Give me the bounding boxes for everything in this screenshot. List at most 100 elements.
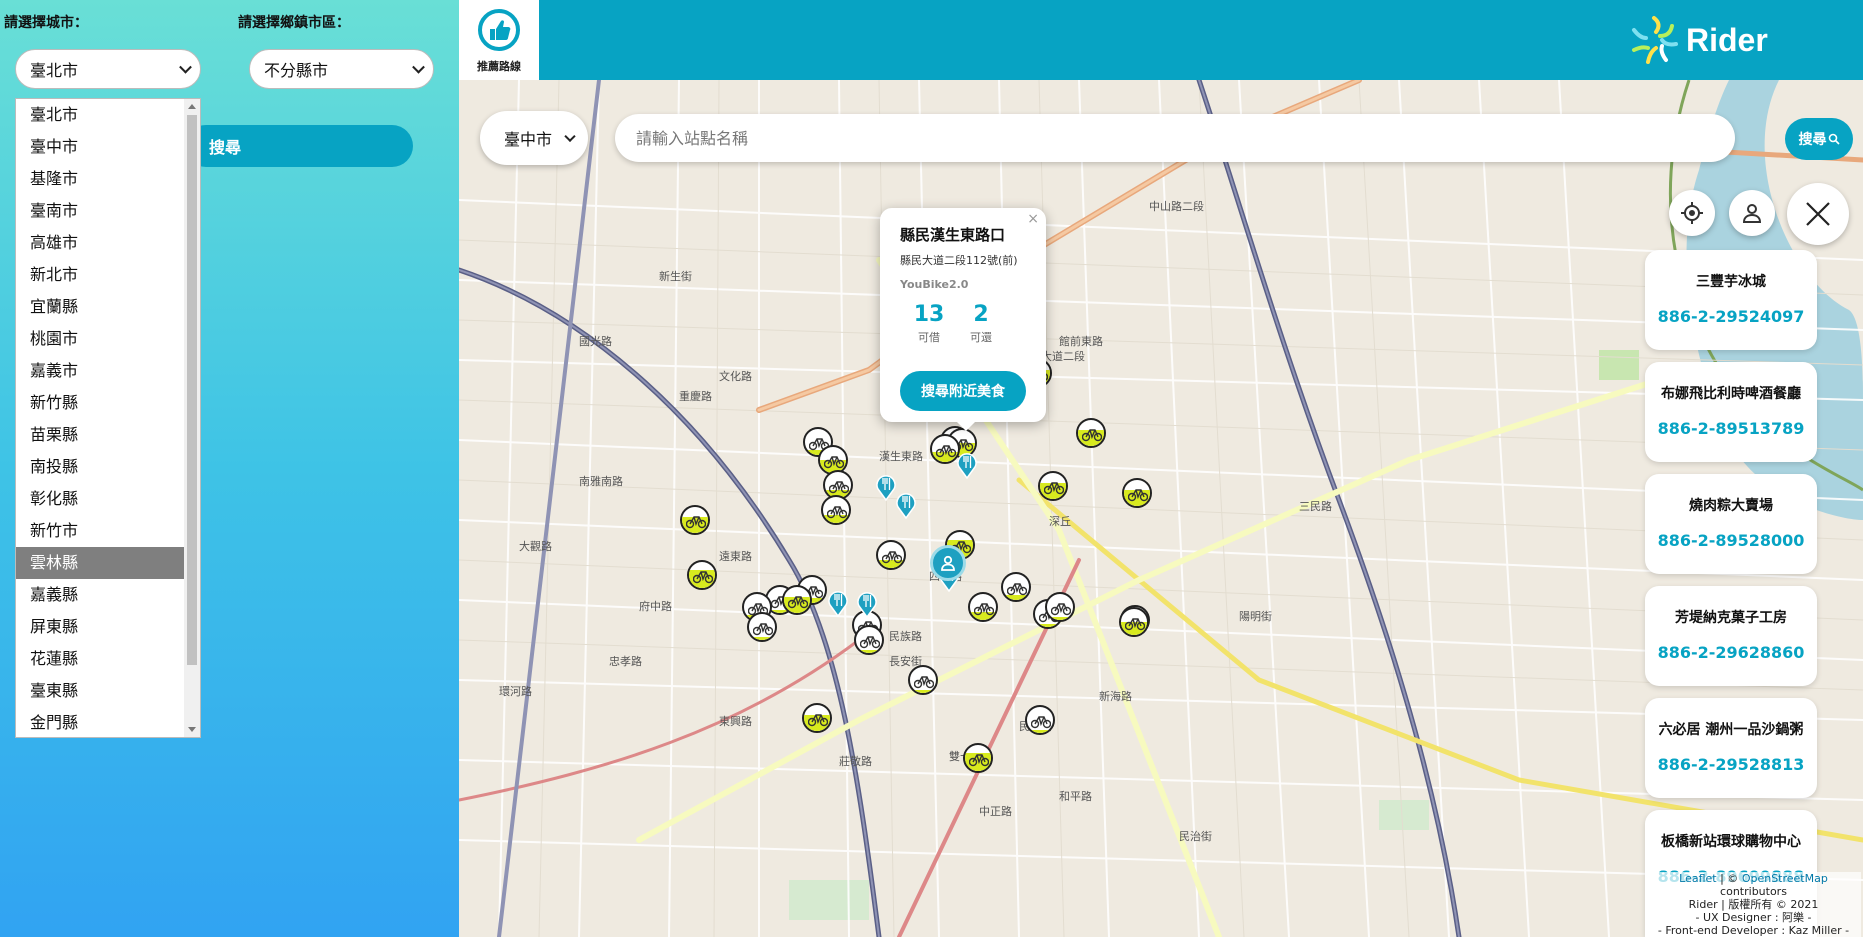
bike-icon <box>693 571 713 584</box>
restaurant-phone[interactable]: 886-2-89528000 <box>1645 531 1817 550</box>
map-city-select[interactable]: 臺中市 <box>480 111 588 165</box>
city-option[interactable]: 桃園市 <box>16 323 184 355</box>
bike-station-marker[interactable] <box>963 743 993 773</box>
city-option[interactable]: 新竹縣 <box>16 387 184 419</box>
restaurant-phone[interactable]: 886-2-29528813 <box>1645 755 1817 774</box>
city-option[interactable]: 雲林縣 <box>16 547 184 579</box>
restaurant-card[interactable]: 三豐芋冰城 886-2-29524097 <box>1645 250 1817 350</box>
bike-station-marker[interactable] <box>876 540 906 570</box>
thumbs-up-icon <box>478 9 520 51</box>
city-option[interactable]: 新北市 <box>16 259 184 291</box>
dropdown-scrollbar[interactable] <box>184 99 200 737</box>
scroll-up-arrow-icon[interactable] <box>188 104 196 109</box>
bike-icon <box>1125 618 1145 631</box>
city-select[interactable]: 臺北市 <box>15 49 201 89</box>
bike-station-marker[interactable] <box>1025 705 1055 735</box>
bike-station-marker[interactable] <box>1122 478 1152 508</box>
street-label: 新海路 <box>1099 689 1132 703</box>
street-label: 環河路 <box>499 685 532 698</box>
bike-station-marker[interactable] <box>1119 607 1149 637</box>
scrollbar-thumb[interactable] <box>187 115 197 665</box>
restaurant-card[interactable]: 芳堤納克菓子工房 886-2-29628860 <box>1645 586 1817 686</box>
street-label: 重慶路 <box>679 389 712 403</box>
bike-availability-fill <box>749 637 775 640</box>
bike-station-marker[interactable] <box>821 495 851 525</box>
food-icon[interactable] <box>827 589 849 617</box>
locate-button[interactable] <box>1669 190 1715 236</box>
restaurant-card[interactable]: 燒肉粽大賣場 886-2-89528000 <box>1645 474 1817 574</box>
street-label: 民治街 <box>1179 829 1212 843</box>
city-option[interactable]: 高雄市 <box>16 227 184 259</box>
available-rent-value: 13 <box>913 302 945 327</box>
street-label: 東興路 <box>719 715 752 728</box>
street-label: 國光路 <box>579 334 612 348</box>
popup-close-button[interactable]: × <box>1027 211 1039 227</box>
city-option[interactable]: 嘉義縣 <box>16 579 184 611</box>
food-icon[interactable] <box>875 473 897 501</box>
bike-station-marker[interactable] <box>1045 592 1075 622</box>
city-dropdown-list[interactable]: 臺北市 臺中市 基隆市 臺南市 高雄市 新北市 宜蘭縣 桃園市 嘉義市 新竹縣 苗栗縣 南投縣 彰化縣新… <box>15 98 201 738</box>
bike-availability-fill <box>1047 617 1073 620</box>
food-icon[interactable] <box>856 590 878 618</box>
city-option[interactable]: 南投縣 <box>16 451 184 483</box>
bike-icon <box>827 506 847 519</box>
user-location-marker[interactable] <box>930 545 966 581</box>
osm-link[interactable]: OpenStreetMap <box>1742 872 1828 885</box>
bike-station-marker[interactable] <box>747 612 777 642</box>
street-label: 中山路二段 <box>1149 199 1204 213</box>
bike-availability-fill <box>910 690 936 693</box>
bike-station-marker[interactable] <box>1001 572 1031 602</box>
bike-icon <box>936 445 956 458</box>
street-label: 莊敬路 <box>839 755 872 768</box>
recommended-route-button[interactable]: 推薦路線 <box>459 0 539 80</box>
city-option[interactable]: 基隆市 <box>16 163 184 195</box>
station-popup: × 縣民漢生東路口 縣民大道二段112號(前) YouBike2.0 13 可借… <box>880 208 1046 431</box>
city-option[interactable]: 屏東縣 <box>16 611 184 643</box>
city-option[interactable]: 臺東縣 <box>16 675 184 707</box>
logo-text: Rider <box>1686 21 1768 58</box>
bike-icon <box>1082 429 1102 442</box>
bike-station-marker[interactable] <box>1038 471 1068 501</box>
restaurant-phone[interactable]: 886-2-89513789 <box>1645 419 1817 438</box>
map-attribution: Leaflet | © OpenStreetMap contributors R… <box>1646 872 1861 937</box>
bike-icon <box>1031 716 1051 729</box>
district-select[interactable]: 不分縣市 <box>249 49 434 89</box>
city-option[interactable]: 金門縣 <box>16 707 184 737</box>
bike-station-marker[interactable] <box>908 665 938 695</box>
restaurant-card[interactable]: 布娜飛比利時啤酒餐廳 886-2-89513789 <box>1645 362 1817 462</box>
bike-station-marker[interactable] <box>968 592 998 622</box>
food-icon[interactable] <box>895 491 917 519</box>
bike-station-marker[interactable] <box>802 703 832 733</box>
city-option[interactable]: 嘉義市 <box>16 355 184 387</box>
restaurant-phone[interactable]: 886-2-29628860 <box>1645 643 1817 662</box>
restaurant-name: 六必居 潮州一品沙鍋粥 <box>1658 722 1804 738</box>
bike-station-marker[interactable] <box>1076 418 1106 448</box>
city-option[interactable]: 宜蘭縣 <box>16 291 184 323</box>
scroll-down-arrow-icon[interactable] <box>188 727 196 732</box>
city-option[interactable]: 苗栗縣 <box>16 419 184 451</box>
close-icon <box>1806 202 1830 226</box>
food-icon[interactable] <box>956 451 978 479</box>
map-search-button[interactable]: 搜尋 <box>1785 118 1853 160</box>
user-location-button[interactable] <box>1729 190 1775 236</box>
bike-station-marker[interactable] <box>687 560 717 590</box>
city-option[interactable]: 花蓮縣 <box>16 643 184 675</box>
bike-station-marker[interactable] <box>680 505 710 535</box>
bike-station-marker[interactable] <box>782 585 812 615</box>
restaurant-name: 芳堤納克菓子工房 <box>1675 610 1787 626</box>
search-button[interactable]: 搜尋 <box>185 125 413 167</box>
bike-icon <box>753 623 773 636</box>
search-nearby-food-button[interactable]: 搜尋附近美食 <box>900 371 1026 411</box>
city-option[interactable]: 臺北市 <box>16 99 184 131</box>
bike-station-marker[interactable] <box>854 625 884 655</box>
close-panel-button[interactable] <box>1787 183 1849 245</box>
restaurant-phone[interactable]: 886-2-29524097 <box>1645 307 1817 326</box>
street-label: 三民路 <box>1299 500 1332 513</box>
city-option[interactable]: 新竹市 <box>16 515 184 547</box>
station-search-input[interactable] <box>615 114 1735 162</box>
city-option[interactable]: 臺中市 <box>16 131 184 163</box>
restaurant-card[interactable]: 六必居 潮州一品沙鍋粥 886-2-29528813 <box>1645 698 1817 798</box>
city-option[interactable]: 彰化縣 <box>16 483 184 515</box>
city-option[interactable]: 臺南市 <box>16 195 184 227</box>
leaflet-link[interactable]: Leaflet <box>1679 872 1716 885</box>
